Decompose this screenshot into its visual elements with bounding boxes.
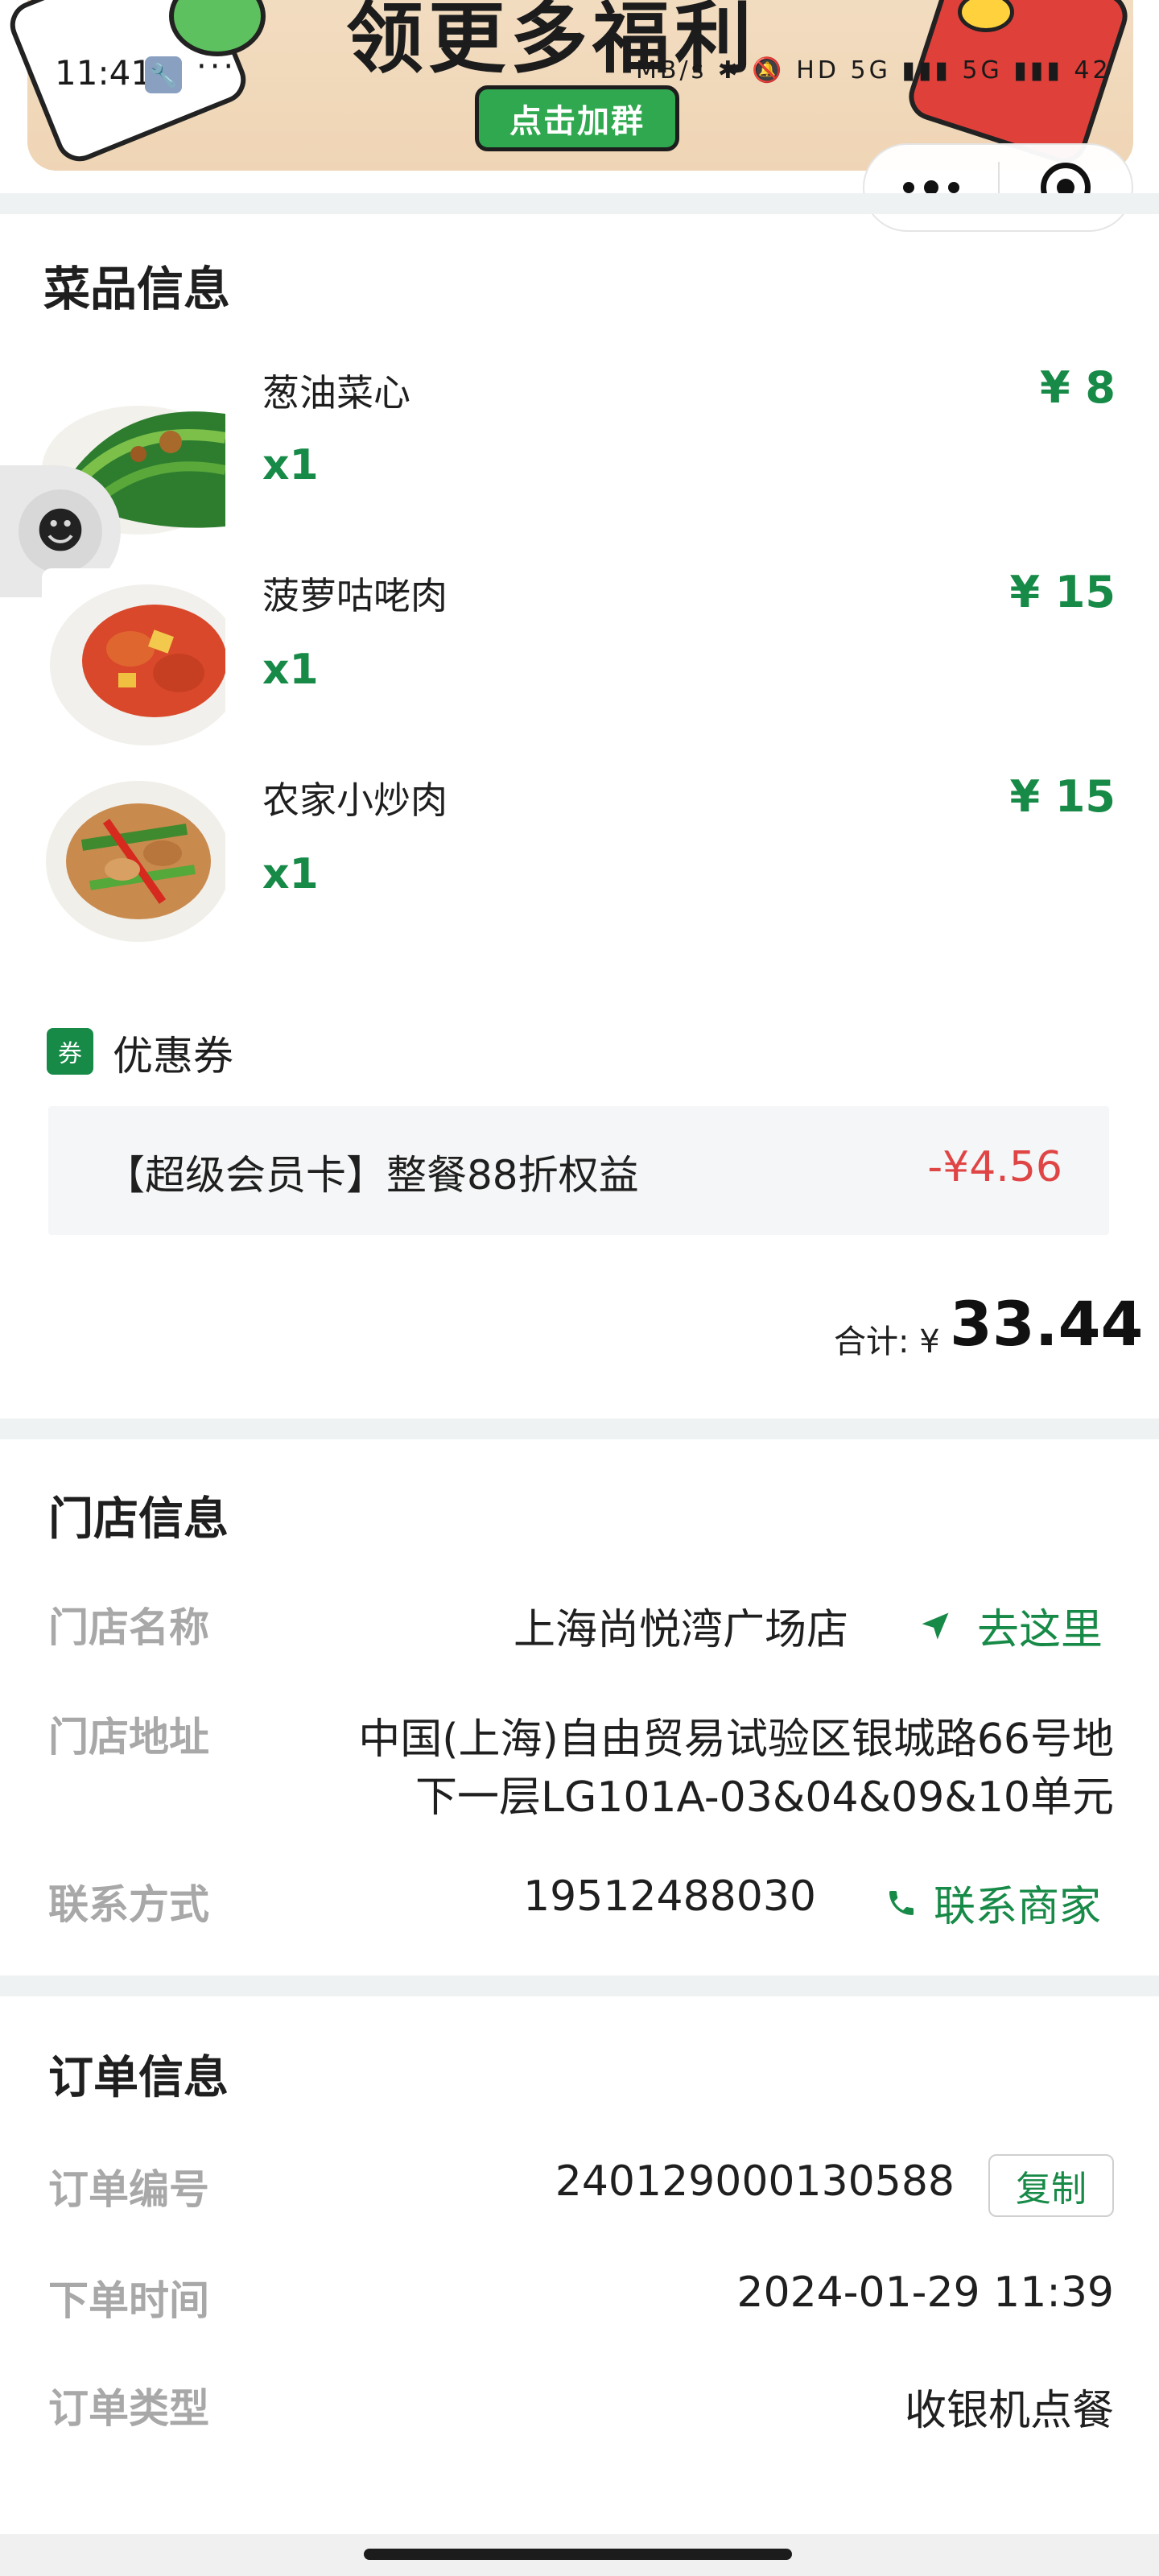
- dish-image: [42, 773, 225, 956]
- dish-quantity: x1: [262, 441, 319, 489]
- store-name-label: 门店名称: [48, 1604, 209, 1651]
- store-address-label: 门店地址: [48, 1714, 209, 1761]
- section-divider: [0, 1418, 1159, 1439]
- navigate-label: 去这里: [977, 1606, 1103, 1654]
- dish-quantity: x1: [262, 646, 319, 694]
- status-indicators: MB/s ✱ 🔕 HD 5G ▮▮▮ 5G ▮▮▮ 42: [636, 56, 1112, 85]
- status-time: 11:41: [55, 53, 153, 93]
- store-contact-label: 联系方式: [48, 1881, 209, 1928]
- more-icon[interactable]: [864, 145, 998, 230]
- dish-price: ¥ 15: [1009, 567, 1116, 617]
- navigate-arrow-icon: [922, 1612, 949, 1639]
- order-number-value: 240129000130588: [555, 2157, 955, 2206]
- order-time-value: 2024-01-29 11:39: [736, 2268, 1114, 2317]
- store-contact-value: 19512488030: [523, 1872, 816, 1921]
- phone-icon: [889, 1890, 914, 1915]
- store-title: 门店信息: [48, 1493, 229, 1546]
- order-title: 订单信息: [48, 2052, 229, 2104]
- dish-name: 农家小炒肉: [262, 778, 448, 822]
- store-address-line1: 中国(上海)自由贸易试验区银城路66号地: [358, 1715, 1114, 1764]
- coupon-icon: 券: [47, 1028, 93, 1075]
- copy-button[interactable]: 复制: [988, 2154, 1114, 2217]
- dish-price: ¥ 15: [1009, 771, 1116, 822]
- avatar-icon: ☻: [19, 489, 102, 573]
- order-time-label: 下单时间: [48, 2277, 209, 2324]
- coupon-label: 优惠券: [113, 1033, 233, 1080]
- section-divider: [0, 193, 1159, 214]
- order-number-label: 订单编号: [48, 2166, 209, 2213]
- dish-name: 菠萝咕咾肉: [262, 574, 448, 617]
- dish-name: 葱油菜心: [262, 371, 410, 415]
- store-address-line2: 下一层LG101A-03&04&09&10单元: [415, 1773, 1114, 1822]
- order-type-value: 收银机点餐: [904, 2387, 1114, 2435]
- miniprogram-capsule: [863, 143, 1133, 232]
- coupon-discount-amount: -¥4.56: [927, 1143, 1062, 1191]
- total-amount: 33.44: [950, 1288, 1144, 1360]
- call-merchant-label: 联系商家: [934, 1883, 1102, 1931]
- dish-image: [42, 568, 225, 752]
- status-more-icon: ···: [196, 48, 237, 85]
- call-merchant-button[interactable]: 联系商家: [885, 1872, 1101, 1933]
- dish-price: ¥ 8: [1040, 362, 1116, 413]
- section-divider: [0, 1975, 1159, 1996]
- order-type-label: 订单类型: [48, 2385, 209, 2432]
- navigate-button[interactable]: 去这里: [918, 1596, 1103, 1656]
- home-indicator[interactable]: [364, 2549, 792, 2560]
- coupon-name: 【超级会员卡】整餐88折权益: [105, 1152, 639, 1199]
- wrench-icon: 🔧: [145, 56, 182, 93]
- dishes-title: 菜品信息: [43, 262, 231, 316]
- join-group-button[interactable]: 点击加群: [475, 85, 679, 151]
- dish-quantity: x1: [262, 850, 319, 898]
- store-name-value: 上海尚悦湾广场店: [513, 1606, 848, 1654]
- total-label: 合计: ¥: [834, 1323, 940, 1360]
